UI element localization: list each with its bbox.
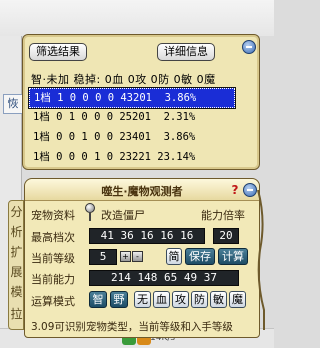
monster-observer-panel: 噬生·魔物观测者 ? 宠物资料 改造僵尸 能力倍率 最高档次 41 36 16 … xyxy=(24,178,260,338)
mode-label: 运算模式 xyxy=(31,295,75,308)
mode-button-def[interactable]: 防 xyxy=(191,291,208,308)
panel-decoration xyxy=(257,190,265,330)
calculate-button[interactable]: 计算 xyxy=(218,248,248,265)
side-tab-5[interactable]: 模 xyxy=(10,283,23,300)
level-up-icon[interactable]: + xyxy=(120,251,131,262)
mode-button-wild[interactable]: 野 xyxy=(110,291,128,308)
result-row[interactable]: 1档 0 1 0 0 0 25201 2.31% xyxy=(29,108,235,128)
side-tab-6[interactable]: 拉 xyxy=(10,305,23,322)
max-tier-label: 最高档次 xyxy=(31,231,75,244)
help-icon[interactable]: ? xyxy=(229,183,241,197)
result-row[interactable]: 1档 0 0 1 0 0 23401 3.86% xyxy=(29,128,235,148)
background-window-fragment: 恢 xyxy=(3,94,23,114)
mode-button-none[interactable]: 无 xyxy=(134,291,151,308)
current-level-field[interactable]: 5 xyxy=(89,249,117,265)
side-tab-strip: 分 析 扩 展 模 拉 xyxy=(8,200,24,330)
current-level-label: 当前等级 xyxy=(31,252,75,265)
side-tab-4[interactable]: 展 xyxy=(10,263,23,280)
current-ability-field[interactable]: 214 148 65 49 37 xyxy=(89,270,239,286)
detail-info-button[interactable]: 详细信息 xyxy=(157,43,215,61)
side-tab-3[interactable]: 扩 xyxy=(10,243,23,260)
observer-title: 噬生·魔物观测者 xyxy=(101,185,183,198)
side-tab-1[interactable]: 分 xyxy=(10,203,23,220)
mode-button-int[interactable]: 智 xyxy=(89,291,107,308)
ability-ratio-label: 能力倍率 xyxy=(201,209,245,222)
level-down-icon[interactable]: - xyxy=(132,251,143,262)
simple-mode-button[interactable]: 简 xyxy=(166,248,182,265)
mode-button-mag[interactable]: 魔 xyxy=(229,291,246,308)
result-row[interactable]: 1档 0 0 0 1 0 23221 23.14% xyxy=(29,148,235,168)
results-minimize-icon[interactable] xyxy=(242,40,256,54)
pet-name[interactable]: 改造僵尸 xyxy=(101,207,145,223)
results-list: 1档 1 0 0 0 0 43201 3.86% 1档 0 1 0 0 0 25… xyxy=(28,87,236,168)
results-panel: 筛选结果 详细信息 智·未加 稳掉: 0血 0攻 0防 0敏 0魔 1档 1 0… xyxy=(22,34,260,170)
max-tier-field[interactable]: 41 36 16 16 16 xyxy=(89,228,205,244)
version-info-text: 3.09可识别宠物类型，当前等级和入手等级 xyxy=(31,321,233,333)
ability-ratio-field[interactable]: 20 xyxy=(213,228,239,244)
results-column-header: 智·未加 稳掉: 0血 0攻 0防 0敏 0魔 xyxy=(31,73,216,86)
save-button[interactable]: 保存 xyxy=(185,248,215,265)
observer-minimize-icon[interactable] xyxy=(243,183,257,197)
result-row[interactable]: 1档 1 0 0 0 0 43201 3.86% xyxy=(28,87,236,109)
observer-title-bar[interactable]: 噬生·魔物观测者 ? xyxy=(25,179,259,201)
mode-button-hp[interactable]: 血 xyxy=(153,291,170,308)
pin-icon[interactable] xyxy=(83,203,97,221)
side-tab-2[interactable]: 析 xyxy=(10,223,23,240)
mode-button-agi[interactable]: 敏 xyxy=(210,291,227,308)
desktop-top-strip xyxy=(0,0,274,36)
mode-button-atk[interactable]: 攻 xyxy=(172,291,189,308)
filter-results-button[interactable]: 筛选结果 xyxy=(29,43,87,61)
current-ability-label: 当前能力 xyxy=(31,273,75,286)
pet-info-label: 宠物资料 xyxy=(31,209,75,222)
